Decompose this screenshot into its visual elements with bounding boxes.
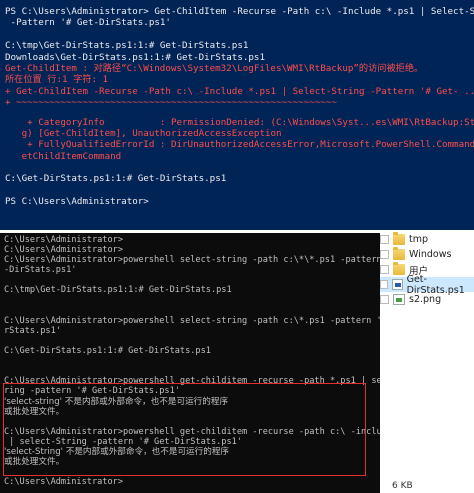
folder-icon xyxy=(393,232,405,245)
ps-line: PS C:\Users\Administrator> Get-ChildItem… xyxy=(5,6,474,17)
ps-error-line: etChildItemCommand xyxy=(5,150,122,162)
cmd-line: C:\Users\Administrator>powershell select… xyxy=(4,315,380,326)
cmd-error-line: 'select-String' 不是内部或外部命令，也不是可运行的程序 xyxy=(4,446,230,457)
ps-error-block: Get-ChildItem : 对路径“C:\Windows\System32\… xyxy=(5,62,474,162)
ps-line: -Pattern '# Get-DirStats.ps1' xyxy=(5,17,171,29)
cmd-blank-line xyxy=(4,467,380,477)
cmd-line: C:\Get-DirStats.ps1:1:# Get-DirStats.ps1 xyxy=(4,346,211,357)
cmd-blank-line xyxy=(4,366,380,376)
ps-error-line: + FullyQualifiedErrorId : DirUnauthorize… xyxy=(5,139,474,151)
status-file-size: 6 KB xyxy=(392,481,413,491)
file-item-ps1[interactable]: Get-DirStats.ps1 xyxy=(380,274,474,296)
ps-prompt[interactable]: PS C:\Users\Administrator> xyxy=(5,196,472,207)
file-name: tmp xyxy=(409,234,429,245)
cmd-line: | select-String -pattern '# Get-DirStats… xyxy=(4,436,242,447)
file-name: s2.png xyxy=(409,294,442,305)
ps-line: C:\tmp\Get-DirStats.ps1:1:# Get-DirStats… xyxy=(5,40,249,52)
cmd-line: rStats.ps1' xyxy=(4,325,61,336)
cmd-error-line: 或批处理文件。 xyxy=(4,457,65,468)
cmd-line: C:\Users\Administrator> xyxy=(4,235,123,245)
cmd-error-line: 或批处理文件。 xyxy=(4,406,65,417)
ps-output-lines: PS C:\Users\Administrator> Get-ChildItem… xyxy=(5,6,474,63)
cmd-window[interactable]: C:\Users\Administrator> C:\Users\Adminis… xyxy=(0,233,380,493)
ps-error-line: 所在位置 行:1 字符: 1 xyxy=(5,74,109,86)
cmd-blank-line xyxy=(4,336,380,346)
cmd-error-line: 'select-string' 不是内部或外部命令，也不是可运行的程序 xyxy=(4,396,229,407)
cmd-line: -DirStats.ps1' xyxy=(4,265,77,276)
checkbox[interactable] xyxy=(380,250,389,259)
cmd-blank-line xyxy=(4,417,380,427)
cmd-line: C:\Users\Administrator>powershell get-ch… xyxy=(4,376,380,387)
cmd-blank-line xyxy=(4,296,380,306)
image-file-icon xyxy=(393,294,405,305)
cmd-blank-line xyxy=(4,306,380,316)
checkbox[interactable] xyxy=(380,280,389,289)
script-file-icon xyxy=(392,279,403,290)
cmd-line: C:\Users\Administrator>powershell get-ch… xyxy=(4,426,380,437)
checkbox[interactable] xyxy=(380,235,389,244)
cmd-line: C:\tmp\Get-DirStats.ps1:1:# Get-DirStats… xyxy=(4,285,232,296)
file-item-png[interactable]: s2.png xyxy=(380,292,474,307)
cmd-line: ring -pattern '# Get-DirStats.ps1' xyxy=(4,386,180,397)
ps-blank-line xyxy=(5,185,472,196)
cmd-blank-line xyxy=(4,275,380,285)
ps-line: C:\Get-DirStats.ps1:1:# Get-DirStats.ps1 xyxy=(5,173,227,185)
folder-icon xyxy=(393,247,405,260)
powershell-window[interactable]: PS C:\Users\Administrator> Get-ChildItem… xyxy=(0,0,474,230)
cmd-line: C:\Users\Administrator> xyxy=(4,245,123,256)
ps-gap xyxy=(5,109,472,117)
checkbox[interactable] xyxy=(380,295,389,304)
cmd-blank-line xyxy=(4,356,380,366)
file-item-folder[interactable]: Windows xyxy=(380,247,474,262)
ps-error-line: + Get-ChildItem -Recurse -Path c:\ -Incl… xyxy=(5,85,474,97)
folder-icon xyxy=(393,262,405,275)
file-item-folder[interactable]: tmp xyxy=(380,232,474,247)
cmd-line: C:\Users\Administrator>powershell select… xyxy=(4,255,380,266)
file-name: Windows xyxy=(409,249,452,260)
ps-error-line: + CategoryInfo : PermissionDenied: (C:\W… xyxy=(5,116,474,128)
ps-line: Downloads\Get-DirStats.ps1:1:# Get-DirSt… xyxy=(5,51,265,63)
ps-error-line: + ~~~~~~~~~~~~~~~~~~~~~~~~~~~~~~~~~~~~~~… xyxy=(5,97,337,109)
checkbox[interactable] xyxy=(380,265,389,274)
ps-blank-line xyxy=(5,162,472,173)
cmd-prompt[interactable]: C:\Users\Administrator> xyxy=(4,477,380,487)
file-explorer-list: tmp Windows 用户 Get-DirStats.ps1 s2.png 6… xyxy=(380,230,474,493)
ps-error-line: g) [Get-ChildItem], UnauthorizedAccessEx… xyxy=(5,127,282,139)
ps-error-line: Get-ChildItem : 对路径“C:\Windows\System32\… xyxy=(5,62,424,74)
ps-blank-line xyxy=(5,29,472,40)
